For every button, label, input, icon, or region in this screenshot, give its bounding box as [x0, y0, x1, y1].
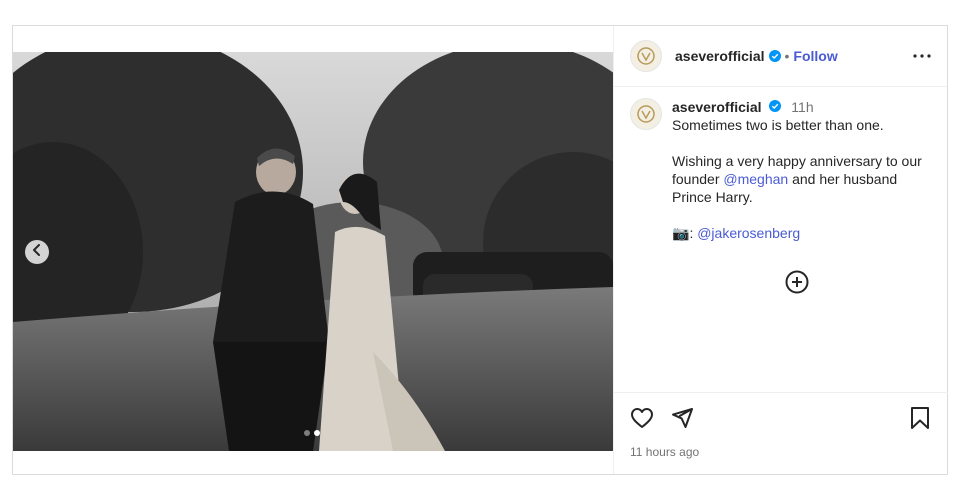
caption-text: and her husband [788, 171, 898, 187]
caption-body: aseverofficial 11h Sometimes two is bett… [672, 98, 922, 242]
chevron-left-icon [32, 243, 42, 261]
caption-line: Prince Harry. [672, 189, 753, 205]
camera-emoji: 📷 [672, 225, 690, 241]
brand-logo-icon [637, 47, 655, 65]
caption-time: 11h [791, 99, 814, 115]
header-separator: • [784, 48, 790, 64]
carousel-prev-button[interactable] [25, 240, 49, 264]
carousel-indicator [304, 430, 320, 436]
caption-line: Wishing a very happy anniversary to our [672, 153, 922, 169]
post-sidebar: aseverofficial • Follow aseverofficial 1… [613, 26, 948, 474]
photo-image [13, 52, 613, 451]
verified-badge-icon [768, 50, 781, 62]
heart-icon[interactable] [630, 406, 654, 435]
caption: aseverofficial 11h Sometimes two is bett… [630, 98, 931, 294]
verified-badge-icon [769, 100, 782, 112]
brand-logo-icon [637, 105, 655, 123]
post-media [13, 26, 613, 474]
post-photo[interactable] [13, 52, 613, 451]
share-icon[interactable] [670, 406, 694, 435]
mention-link-meghan[interactable]: @meghan [723, 171, 788, 187]
instagram-post-embed: aseverofficial • Follow aseverofficial 1… [12, 25, 948, 475]
post-timestamp: 11 hours ago [630, 445, 700, 459]
carousel-dot-active [314, 430, 320, 436]
caption-text: founder [672, 171, 724, 187]
more-options-icon[interactable] [913, 54, 931, 58]
caption-line [672, 134, 922, 152]
caption-username[interactable]: aseverofficial [672, 99, 762, 115]
header-username[interactable]: aseverofficial [675, 48, 765, 64]
plus-circle-icon [785, 270, 809, 298]
post-header: aseverofficial • Follow [614, 26, 947, 87]
follow-button[interactable]: Follow [793, 48, 837, 64]
load-more-comments-button[interactable] [785, 270, 809, 299]
caption-line: Sometimes two is better than one. [672, 117, 884, 133]
carousel-dot [304, 430, 310, 436]
caption-avatar[interactable] [630, 98, 662, 130]
bookmark-icon[interactable] [908, 406, 932, 435]
post-actions: 11 hours ago [614, 392, 948, 474]
mention-link-jakerosenberg[interactable]: @jakerosenberg [697, 225, 800, 241]
caption-line: founder @meghan and her husband [672, 170, 922, 188]
avatar[interactable] [630, 40, 662, 72]
caption-line: 📷: @jakerosenberg [672, 224, 922, 242]
